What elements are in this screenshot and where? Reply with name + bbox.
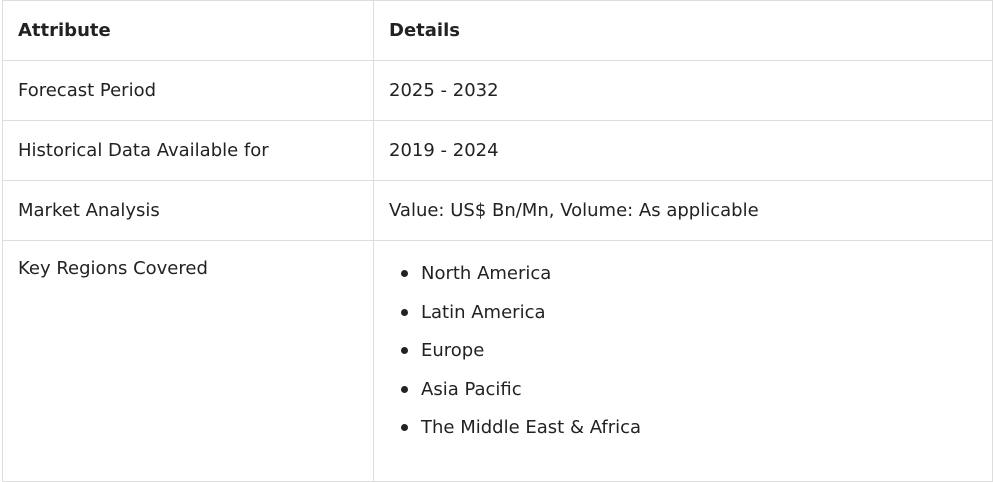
bullet-icon — [401, 385, 408, 393]
regions-list: North America Latin America Europe Asia … — [389, 261, 977, 454]
table-row: Forecast Period 2025 - 2032 — [2, 60, 993, 121]
header-attribute: Attribute — [2, 0, 374, 61]
table-row-regions: Key Regions Covered North America Latin … — [2, 240, 993, 482]
cell-details: Value: US$ Bn/Mn, Volume: As applicable — [373, 180, 993, 241]
region-label: Latin America — [421, 301, 546, 323]
attribute-details-table: Attribute Details Forecast Period 2025 -… — [2, 0, 993, 482]
bullet-icon — [401, 270, 408, 277]
list-item: Asia Pacific — [401, 377, 977, 416]
list-item: North America — [401, 261, 977, 300]
region-label: The Middle East & Africa — [421, 417, 642, 438]
header-details: Details — [373, 0, 993, 61]
region-label: North America — [421, 263, 552, 284]
cell-attribute: Forecast Period — [2, 60, 374, 121]
cell-attribute: Market Analysis — [2, 180, 374, 241]
cell-details: 2025 - 2032 — [373, 60, 993, 121]
table-header-row: Attribute Details — [2, 0, 993, 61]
region-label: Europe — [421, 340, 485, 361]
bullet-icon — [401, 347, 408, 354]
list-item: The Middle East & Africa — [401, 415, 977, 454]
list-item: Europe — [401, 338, 977, 377]
bullet-icon — [401, 308, 408, 316]
cell-regions-list: North America Latin America Europe Asia … — [373, 240, 993, 482]
cell-attribute: Key Regions Covered — [2, 240, 374, 482]
list-item: Latin America — [401, 300, 977, 339]
table-row: Market Analysis Value: US$ Bn/Mn, Volume… — [2, 180, 993, 241]
region-label: Asia Pacific — [421, 378, 522, 400]
cell-attribute: Historical Data Available for — [2, 120, 374, 181]
page: Attribute Details Forecast Period 2025 -… — [0, 0, 994, 482]
cell-details: 2019 - 2024 — [373, 120, 993, 181]
table-row: Historical Data Available for 2019 - 202… — [2, 120, 993, 181]
bullet-icon — [401, 424, 408, 431]
